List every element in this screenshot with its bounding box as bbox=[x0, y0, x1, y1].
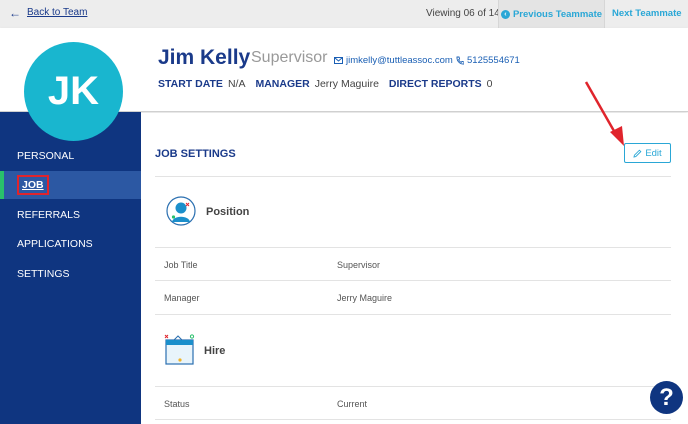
divider bbox=[155, 419, 671, 420]
status-label: Status bbox=[164, 399, 190, 409]
sidebar-item-personal[interactable]: PERSONAL bbox=[0, 142, 141, 170]
job-title-label: Job Title bbox=[164, 260, 198, 270]
person-headset-icon bbox=[166, 196, 196, 226]
pencil-icon bbox=[633, 149, 642, 158]
position-title: Position bbox=[206, 206, 250, 218]
envelope-icon bbox=[334, 57, 343, 64]
back-to-team-label: Back to Team bbox=[27, 7, 88, 18]
chevron-left-icon: ‹ bbox=[500, 9, 510, 19]
employee-role: Supervisor bbox=[251, 49, 328, 66]
phone-text: 5125554671 bbox=[467, 55, 520, 66]
divider bbox=[155, 280, 671, 281]
direct-reports-label: DIRECT REPORTS bbox=[388, 78, 482, 90]
divider bbox=[155, 247, 671, 248]
sidebar-item-label: PERSONAL bbox=[17, 150, 75, 162]
section-title: JOB SETTINGS bbox=[155, 148, 236, 160]
sidebar: PERSONAL JOB REFERRALS APPLICATIONS SETT… bbox=[0, 112, 141, 424]
hire-title: Hire bbox=[204, 345, 226, 357]
sidebar-item-label: REFERRALS bbox=[17, 209, 81, 221]
sidebar-item-label: APPLICATIONS bbox=[17, 238, 93, 250]
sidebar-item-label: SETTINGS bbox=[17, 268, 70, 280]
back-to-team-link[interactable]: ← Back to Team bbox=[9, 5, 88, 20]
edit-label: Edit bbox=[645, 147, 662, 159]
edit-button[interactable]: Edit bbox=[624, 143, 671, 163]
sidebar-item-referrals[interactable]: REFERRALS bbox=[0, 201, 141, 229]
start-date-label: START DATE bbox=[158, 78, 223, 90]
previous-teammate-button[interactable]: ‹ Previous Teammate bbox=[498, 0, 605, 28]
direct-reports: DIRECT REPORTS 0 bbox=[389, 78, 493, 90]
calendar-icon bbox=[164, 334, 195, 365]
next-teammate-button[interactable]: Next Teammate bbox=[612, 8, 682, 19]
job-title-value: Supervisor bbox=[337, 260, 381, 270]
manager: MANAGER Jerry Maguire bbox=[255, 78, 378, 90]
manager-value: Jerry Maguire bbox=[314, 78, 379, 90]
sidebar-item-settings[interactable]: SETTINGS bbox=[0, 260, 141, 288]
phone-link[interactable]: 5125554671 bbox=[456, 55, 520, 66]
manager-row-label: Manager bbox=[164, 293, 200, 303]
divider bbox=[155, 386, 671, 387]
main-content: JOB SETTINGS Edit Position Job Title Sup… bbox=[141, 113, 688, 424]
sidebar-item-job[interactable]: JOB bbox=[0, 171, 141, 199]
profile-meta: START DATE N/A MANAGER Jerry Maguire DIREC… bbox=[158, 78, 503, 90]
sidebar-item-label: JOB bbox=[17, 175, 49, 195]
status-value: Current bbox=[337, 399, 368, 409]
previous-teammate-label: Previous Teammate bbox=[512, 8, 603, 20]
manager-row-value: Jerry Maguire bbox=[337, 293, 393, 303]
divider bbox=[155, 176, 671, 177]
email-text: jimkelly@tuttleassoc.com bbox=[346, 55, 453, 66]
divider bbox=[155, 314, 671, 315]
help-button[interactable]: ? bbox=[650, 381, 683, 414]
email-link[interactable]: jimkelly@tuttleassoc.com bbox=[334, 55, 453, 66]
manager-label: MANAGER bbox=[255, 78, 310, 90]
sidebar-item-applications[interactable]: APPLICATIONS bbox=[0, 230, 141, 258]
direct-reports-value: 0 bbox=[486, 78, 493, 90]
avatar: JK bbox=[24, 42, 123, 141]
phone-icon bbox=[456, 56, 464, 65]
start-date: START DATE N/A bbox=[158, 78, 245, 90]
arrow-left-icon: ← bbox=[9, 5, 21, 20]
top-bar: ← Back to Team Viewing 06 of 14 ‹ Previo… bbox=[0, 0, 688, 28]
next-teammate-label: Next Teammate bbox=[612, 8, 682, 19]
viewing-counter: Viewing 06 of 14 bbox=[426, 8, 500, 19]
start-date-value: N/A bbox=[227, 78, 246, 90]
employee-name: Jim Kelly bbox=[158, 46, 251, 69]
